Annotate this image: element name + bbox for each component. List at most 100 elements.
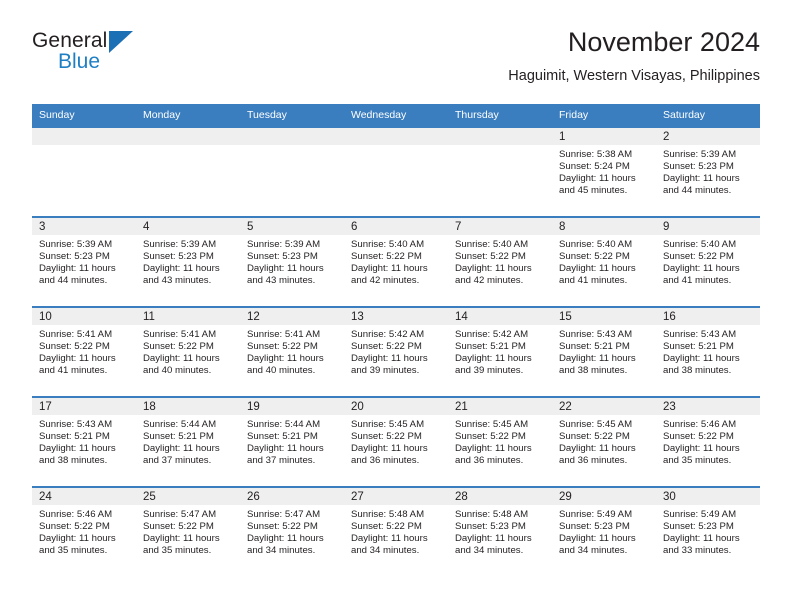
page-header: General Blue November 2024 Haguimit, Wes…: [32, 26, 760, 98]
sunrise-text: Sunrise: 5:40 AM: [559, 239, 633, 250]
calendar-day-cell[interactable]: 18 Sunrise: 5:44 AM Sunset: 5:21 PM Dayligh…: [136, 396, 240, 487]
day-number: 21: [448, 398, 552, 415]
day-details: Sunrise: 5:44 AM Sunset: 5:21 PM Daylight:…: [136, 415, 240, 467]
daylight-text: Daylight: 11 hours and 42 minutes.: [455, 263, 532, 287]
daylight-text: Daylight: 11 hours and 37 minutes.: [247, 443, 324, 467]
calendar-day-cell[interactable]: 16 Sunrise: 5:43 AM Sunset: 5:21 PM Dayligh…: [656, 306, 760, 397]
daylight-text: Daylight: 11 hours and 37 minutes.: [143, 443, 220, 467]
day-number: 2: [656, 128, 760, 145]
sunrise-text: Sunrise: 5:45 AM: [351, 419, 425, 430]
day-number: [448, 128, 552, 145]
daylight-text: Daylight: 11 hours and 36 minutes.: [351, 443, 428, 467]
daylight-text: Daylight: 11 hours and 35 minutes.: [39, 533, 116, 557]
day-number: 30: [656, 488, 760, 505]
day-number: 28: [448, 488, 552, 505]
day-details: Sunrise: 5:40 AM Sunset: 5:22 PM Daylight:…: [552, 235, 656, 287]
calendar-day-cell[interactable]: 22 Sunrise: 5:45 AM Sunset: 5:22 PM Dayligh…: [552, 396, 656, 487]
logo-triangle-icon: [109, 31, 133, 53]
calendar-day-cell[interactable]: 7 Sunrise: 5:40 AM Sunset: 5:22 PM Daylight…: [448, 216, 552, 307]
calendar-day-cell[interactable]: 17 Sunrise: 5:43 AM Sunset: 5:21 PM Dayligh…: [32, 396, 136, 487]
daylight-text: Daylight: 11 hours and 41 minutes.: [559, 263, 636, 287]
day-details: [240, 145, 344, 149]
calendar-page: General Blue November 2024 Haguimit, Wes…: [0, 0, 792, 612]
calendar-table: Sunday Monday Tuesday Wednesday Thursday Frid…: [32, 104, 760, 576]
daylight-text: Daylight: 11 hours and 36 minutes.: [559, 443, 636, 467]
calendar-cell-empty: [448, 126, 552, 217]
sunset-text: Sunset: 5:22 PM: [559, 251, 630, 263]
day-number: 25: [136, 488, 240, 505]
sunset-text: Sunset: 5:23 PM: [455, 521, 526, 533]
general-blue-logo[interactable]: General Blue: [32, 30, 232, 86]
calendar-day-cell[interactable]: 15 Sunrise: 5:43 AM Sunset: 5:21 PM Dayligh…: [552, 306, 656, 397]
sunrise-text: Sunrise: 5:41 AM: [247, 329, 321, 340]
sunset-text: Sunset: 5:23 PM: [663, 521, 734, 533]
day-details: Sunrise: 5:40 AM Sunset: 5:22 PM Daylight:…: [344, 235, 448, 287]
calendar-day-cell[interactable]: 11 Sunrise: 5:41 AM Sunset: 5:22 PM Dayligh…: [136, 306, 240, 397]
calendar-day-cell[interactable]: 27 Sunrise: 5:48 AM Sunset: 5:22 PM Dayligh…: [344, 486, 448, 576]
calendar-day-cell[interactable]: 29 Sunrise: 5:49 AM Sunset: 5:23 PM Dayligh…: [552, 486, 656, 576]
calendar-day-cell[interactable]: 10 Sunrise: 5:41 AM Sunset: 5:22 PM Dayligh…: [32, 306, 136, 397]
calendar-week-row: 10 Sunrise: 5:41 AM Sunset: 5:22 PM Dayligh…: [32, 306, 760, 397]
sunrise-text: Sunrise: 5:39 AM: [663, 149, 737, 160]
daylight-text: Daylight: 11 hours and 40 minutes.: [247, 353, 324, 377]
day-number: 3: [32, 218, 136, 235]
calendar-week-row: 1 Sunrise: 5:38 AM Sunset: 5:24 PM Daylight…: [32, 126, 760, 217]
day-details: [136, 145, 240, 149]
daylight-text: Daylight: 11 hours and 44 minutes.: [663, 173, 740, 197]
sunrise-text: Sunrise: 5:42 AM: [351, 329, 425, 340]
sunset-text: Sunset: 5:22 PM: [247, 521, 318, 533]
sunrise-text: Sunrise: 5:39 AM: [143, 239, 217, 250]
sunset-text: Sunset: 5:23 PM: [559, 521, 630, 533]
day-details: Sunrise: 5:40 AM Sunset: 5:22 PM Daylight:…: [656, 235, 760, 287]
calendar-day-cell[interactable]: 4 Sunrise: 5:39 AM Sunset: 5:23 PM Daylight…: [136, 216, 240, 307]
calendar-day-cell[interactable]: 30 Sunrise: 5:49 AM Sunset: 5:23 PM Dayligh…: [656, 486, 760, 576]
day-number: 24: [32, 488, 136, 505]
daylight-text: Daylight: 11 hours and 44 minutes.: [39, 263, 116, 287]
calendar-day-cell[interactable]: 23 Sunrise: 5:46 AM Sunset: 5:22 PM Dayligh…: [656, 396, 760, 487]
daylight-text: Daylight: 11 hours and 43 minutes.: [247, 263, 324, 287]
day-details: Sunrise: 5:47 AM Sunset: 5:22 PM Daylight:…: [136, 505, 240, 557]
day-number: 9: [656, 218, 760, 235]
calendar-day-cell[interactable]: 1 Sunrise: 5:38 AM Sunset: 5:24 PM Daylight…: [552, 126, 656, 217]
daylight-text: Daylight: 11 hours and 34 minutes.: [247, 533, 324, 557]
calendar-day-cell[interactable]: 25 Sunrise: 5:47 AM Sunset: 5:22 PM Dayligh…: [136, 486, 240, 576]
day-details: Sunrise: 5:49 AM Sunset: 5:23 PM Daylight:…: [552, 505, 656, 557]
calendar-day-cell[interactable]: 3 Sunrise: 5:39 AM Sunset: 5:23 PM Daylight…: [32, 216, 136, 307]
sunrise-text: Sunrise: 5:39 AM: [247, 239, 321, 250]
sunrise-text: Sunrise: 5:43 AM: [559, 329, 633, 340]
day-details: Sunrise: 5:46 AM Sunset: 5:22 PM Daylight:…: [656, 415, 760, 467]
calendar-day-cell[interactable]: 13 Sunrise: 5:42 AM Sunset: 5:22 PM Dayligh…: [344, 306, 448, 397]
day-number: [32, 128, 136, 145]
calendar-day-cell[interactable]: 20 Sunrise: 5:45 AM Sunset: 5:22 PM Dayligh…: [344, 396, 448, 487]
day-details: Sunrise: 5:41 AM Sunset: 5:22 PM Daylight:…: [32, 325, 136, 377]
day-details: Sunrise: 5:45 AM Sunset: 5:22 PM Daylight:…: [448, 415, 552, 467]
day-details: Sunrise: 5:44 AM Sunset: 5:21 PM Daylight:…: [240, 415, 344, 467]
calendar-day-cell[interactable]: 19 Sunrise: 5:44 AM Sunset: 5:21 PM Dayligh…: [240, 396, 344, 487]
day-number: [136, 128, 240, 145]
day-number: 15: [552, 308, 656, 325]
sunrise-text: Sunrise: 5:44 AM: [247, 419, 321, 430]
day-details: [344, 145, 448, 149]
calendar-day-cell[interactable]: 21 Sunrise: 5:45 AM Sunset: 5:22 PM Dayligh…: [448, 396, 552, 487]
sunset-text: Sunset: 5:21 PM: [247, 431, 318, 443]
sunrise-text: Sunrise: 5:40 AM: [351, 239, 425, 250]
day-details: Sunrise: 5:43 AM Sunset: 5:21 PM Daylight:…: [32, 415, 136, 467]
day-number: 17: [32, 398, 136, 415]
sunrise-text: Sunrise: 5:39 AM: [39, 239, 113, 250]
page-subtitle: Haguimit, Western Visayas, Philippines: [508, 68, 760, 84]
day-number: 12: [240, 308, 344, 325]
sunset-text: Sunset: 5:21 PM: [663, 341, 734, 353]
sunrise-text: Sunrise: 5:48 AM: [455, 509, 529, 520]
calendar-day-cell[interactable]: 28 Sunrise: 5:48 AM Sunset: 5:23 PM Dayligh…: [448, 486, 552, 576]
calendar-day-cell[interactable]: 8 Sunrise: 5:40 AM Sunset: 5:22 PM Daylight…: [552, 216, 656, 307]
calendar-day-cell[interactable]: 26 Sunrise: 5:47 AM Sunset: 5:22 PM Dayligh…: [240, 486, 344, 576]
calendar-day-cell[interactable]: 5 Sunrise: 5:39 AM Sunset: 5:23 PM Daylight…: [240, 216, 344, 307]
calendar-day-cell[interactable]: 9 Sunrise: 5:40 AM Sunset: 5:22 PM Daylight…: [656, 216, 760, 307]
calendar-day-cell[interactable]: 6 Sunrise: 5:40 AM Sunset: 5:22 PM Daylight…: [344, 216, 448, 307]
day-number: 10: [32, 308, 136, 325]
calendar-day-cell[interactable]: 14 Sunrise: 5:42 AM Sunset: 5:21 PM Dayligh…: [448, 306, 552, 397]
calendar-day-cell[interactable]: 24 Sunrise: 5:46 AM Sunset: 5:22 PM Dayligh…: [32, 486, 136, 576]
calendar-day-cell[interactable]: 2 Sunrise: 5:39 AM Sunset: 5:23 PM Daylight…: [656, 126, 760, 217]
calendar-day-cell[interactable]: 12 Sunrise: 5:41 AM Sunset: 5:22 PM Dayligh…: [240, 306, 344, 397]
calendar-week-row: 24 Sunrise: 5:46 AM Sunset: 5:22 PM Dayligh…: [32, 486, 760, 576]
